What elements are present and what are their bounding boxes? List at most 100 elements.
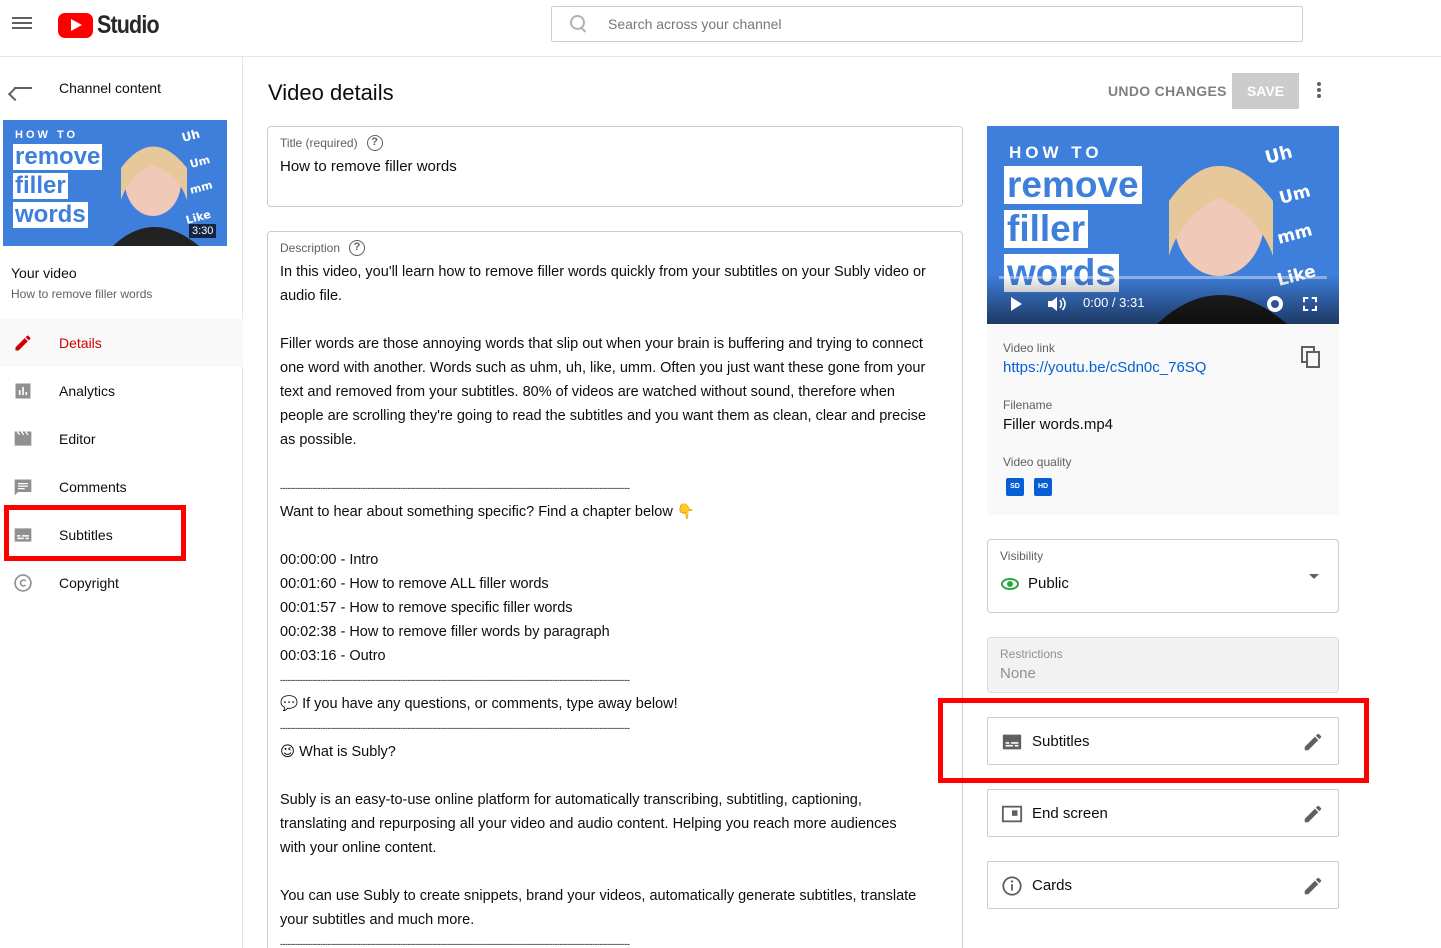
description-line: people are scrolling they're going to re… bbox=[280, 408, 926, 424]
thumbnail-line4: words bbox=[13, 201, 88, 228]
video-player[interactable]: Uh Um mm Like HOW TO remove filler words… bbox=[987, 126, 1339, 324]
description-field[interactable]: Description ? In this video, you'll lear… bbox=[267, 231, 963, 948]
sidebar-item-editor[interactable]: Editor bbox=[0, 415, 243, 463]
player-controls bbox=[987, 274, 1339, 324]
description-line: 😉 What is Subly? bbox=[280, 744, 396, 760]
restrictions-label: Restrictions bbox=[1000, 647, 1063, 661]
logo-text: Studio bbox=[97, 11, 160, 39]
settings-gear-icon[interactable] bbox=[1267, 296, 1283, 312]
menu-icon[interactable] bbox=[12, 14, 34, 36]
annotation-highlight-sidebar-subtitles bbox=[4, 505, 186, 561]
clapperboard-icon bbox=[14, 431, 32, 446]
filename-value: Filler words.mp4 bbox=[1003, 416, 1114, 433]
filename-label: Filename bbox=[1003, 398, 1053, 412]
save-button[interactable]: SAVE bbox=[1232, 73, 1299, 109]
volume-icon[interactable] bbox=[1047, 296, 1067, 312]
description-line: as possible. bbox=[280, 432, 357, 448]
youtube-play-icon bbox=[58, 13, 93, 38]
title-field[interactable]: Title (required) ? How to remove filler … bbox=[267, 126, 963, 207]
description-line: Filler words are those annoying words th… bbox=[280, 336, 923, 352]
back-to-channel-content[interactable]: Channel content bbox=[0, 73, 243, 103]
sidebar-item-label: Comments bbox=[59, 479, 127, 495]
info-icon bbox=[1002, 876, 1022, 896]
description-line: Want to hear about something specific? F… bbox=[280, 504, 695, 520]
top-bar: Studio bbox=[0, 0, 1441, 57]
player-line2: remove bbox=[1004, 166, 1142, 204]
restrictions-value: None bbox=[1000, 665, 1036, 682]
sidebar-item-details[interactable]: Details bbox=[0, 319, 243, 367]
player-time: 0:00 / 3:31 bbox=[1083, 295, 1145, 310]
thumbnail-duration: 3:30 bbox=[189, 224, 217, 238]
title-field-label: Title (required) bbox=[280, 136, 358, 150]
restrictions-field: Restrictions None bbox=[987, 637, 1339, 693]
visibility-dropdown[interactable]: Visibility Public bbox=[987, 539, 1339, 613]
sd-quality-badge: SD bbox=[1006, 478, 1024, 496]
cards-option-label: Cards bbox=[1032, 877, 1073, 894]
sidebar-item-label: Analytics bbox=[59, 383, 116, 399]
chapter-line: 00:00:00 - Intro bbox=[280, 552, 379, 568]
sidebar-nav: Details Analytics Editor Comments Subtit… bbox=[0, 319, 243, 607]
description-line: Subly is an easy-to-use online platform … bbox=[280, 792, 862, 808]
video-thumbnail[interactable]: Uh Um mm Like HOW TO remove filler words… bbox=[3, 120, 227, 246]
description-divider: ----------------------------------------… bbox=[280, 723, 630, 733]
chapter-line: 00:01:60 - How to remove ALL filler word… bbox=[280, 576, 549, 592]
annotation-highlight-subtitles-option bbox=[938, 698, 1369, 783]
copyright-icon bbox=[14, 574, 32, 592]
chapter-line: 00:03:16 - Outro bbox=[280, 648, 386, 664]
title-field-label-row: Title (required) ? bbox=[280, 135, 383, 151]
description-label-row: Description ? bbox=[280, 240, 366, 256]
description-divider: ----------------------------------------… bbox=[280, 675, 630, 685]
eye-icon bbox=[1001, 578, 1019, 590]
description-divider: ----------------------------------------… bbox=[280, 483, 630, 493]
sidebar-item-label: Details bbox=[59, 335, 102, 351]
pencil-icon[interactable] bbox=[1302, 875, 1324, 897]
description-line: one word with another. Words such as uhm… bbox=[280, 360, 926, 376]
description-line: audio file. bbox=[280, 288, 343, 304]
sidebar-item-label: Copyright bbox=[59, 575, 119, 591]
help-icon[interactable]: ? bbox=[366, 135, 383, 151]
sidebar-item-copyright[interactable]: Copyright bbox=[0, 559, 243, 607]
your-video-title: How to remove filler words bbox=[11, 287, 153, 301]
undo-changes-button[interactable]: UNDO CHANGES bbox=[1094, 73, 1241, 109]
player-progress-bar[interactable] bbox=[999, 276, 1327, 279]
end-screen-option[interactable]: End screen bbox=[987, 789, 1339, 837]
description-line: 💬 If you have any questions, or comments… bbox=[280, 696, 678, 712]
title-value: How to remove filler words bbox=[280, 158, 457, 175]
search-icon bbox=[570, 15, 588, 33]
description-line: You can use Subly to create snippets, br… bbox=[280, 888, 917, 904]
analytics-icon bbox=[15, 383, 31, 399]
description-line: your subtitles and much more. bbox=[280, 912, 475, 928]
player-line3: filler bbox=[1004, 210, 1089, 248]
video-quality-label: Video quality bbox=[1003, 455, 1072, 469]
description-line: In this video, you'll learn how to remov… bbox=[280, 264, 926, 280]
sidebar-item-analytics[interactable]: Analytics bbox=[0, 367, 243, 415]
cards-option[interactable]: Cards bbox=[987, 861, 1339, 909]
search-box[interactable] bbox=[551, 6, 1303, 42]
video-link[interactable]: https://youtu.be/cSdn0c_76SQ bbox=[1003, 359, 1206, 376]
sidebar-item-label: Editor bbox=[59, 431, 96, 447]
more-options-icon[interactable] bbox=[1311, 80, 1327, 102]
pencil-icon bbox=[15, 335, 31, 351]
search-input[interactable] bbox=[608, 16, 1268, 32]
video-info-card: Uh Um mm Like HOW TO remove filler words… bbox=[987, 126, 1339, 515]
fullscreen-icon[interactable] bbox=[1303, 297, 1317, 311]
hd-quality-badge: HD bbox=[1034, 478, 1052, 496]
chapter-line: 00:01:57 - How to remove specific filler… bbox=[280, 600, 573, 616]
sidebar-item-comments[interactable]: Comments bbox=[0, 463, 243, 511]
description-line: translating and repurposing all your vid… bbox=[280, 816, 897, 832]
thumbnail-line3: filler bbox=[13, 172, 68, 199]
studio-logo[interactable]: Studio bbox=[58, 11, 169, 40]
description-line: text and removed from your subtitles. 80… bbox=[280, 384, 895, 400]
help-icon[interactable]: ? bbox=[349, 240, 366, 256]
visibility-label: Visibility bbox=[1000, 549, 1044, 563]
copy-icon[interactable] bbox=[1301, 346, 1321, 368]
back-label: Channel content bbox=[59, 80, 161, 96]
back-arrow-icon bbox=[14, 87, 32, 89]
description-text: In this video, you'll learn how to remov… bbox=[280, 260, 952, 948]
end-screen-icon bbox=[1001, 805, 1023, 823]
comment-icon bbox=[14, 479, 32, 496]
play-icon[interactable] bbox=[1011, 297, 1022, 311]
pencil-icon[interactable] bbox=[1302, 803, 1324, 825]
video-link-label: Video link bbox=[1003, 341, 1055, 355]
end-screen-option-label: End screen bbox=[1032, 805, 1108, 822]
